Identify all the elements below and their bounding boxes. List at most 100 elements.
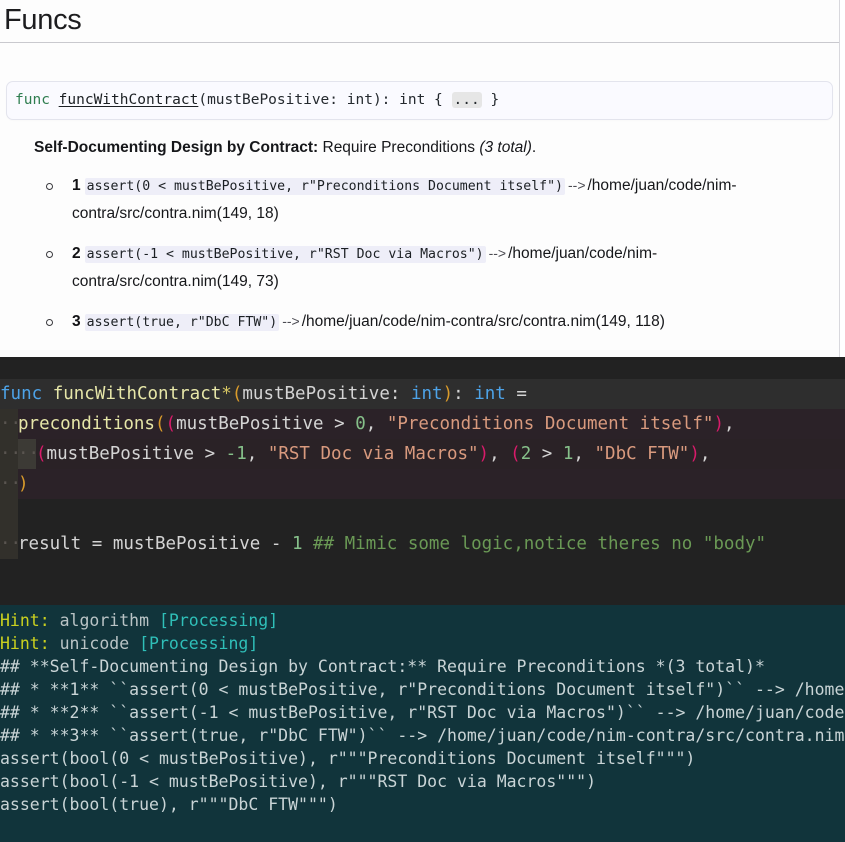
code-token: = <box>505 384 527 404</box>
code-token: 1 <box>562 444 574 464</box>
code-token: : <box>453 384 475 404</box>
code-token: int <box>410 384 443 404</box>
code-token: result = mustBePositive - <box>18 534 292 554</box>
hint-subject: unicode <box>49 634 140 653</box>
terminal-text: assert(bool(0 < mustBePositive), r"""Pre… <box>0 749 696 768</box>
code-token: , <box>723 414 735 434</box>
code-token: -1 <box>225 444 247 464</box>
assert-code: assert(-1 < mustBePositive, r"RST Doc vi… <box>84 246 486 263</box>
editor-top-padding <box>0 357 845 379</box>
code-editor[interactable]: func funcWithContract*(mustBePositive: i… <box>0 357 845 605</box>
terminal-text: ## * **1** ``assert(0 < mustBePositive, … <box>0 680 845 699</box>
code-token: ) <box>478 444 490 464</box>
arrow-icon: --> <box>568 177 586 193</box>
code-token: ## Mimic some logic,notice theres no "bo… <box>313 534 767 554</box>
hint-label: Hint: <box>0 611 50 630</box>
brace-close: } <box>490 92 500 108</box>
precondition-index: 3 <box>72 313 81 330</box>
terminal-text: assert(bool(-1 < mustBePositive), r"""RS… <box>0 772 597 791</box>
indent-guide-blank <box>0 499 18 529</box>
code-token: , <box>489 444 511 464</box>
source-path: /home/juan/code/nim-contra/src/contra.ni… <box>301 313 665 330</box>
code-line[interactable]: func funcWithContract*(mustBePositive: i… <box>0 379 845 409</box>
dbc-heading-bold: Self-Documenting Design by Contract: <box>34 139 319 156</box>
terminal-text: ## * **2** ``assert(-1 < mustBePositive,… <box>0 703 845 722</box>
assert-code: assert(true, r"DbC FTW") <box>84 314 280 331</box>
terminal-text: assert(bool(true), r"""DbC FTW""") <box>0 795 338 814</box>
code-token: ( <box>165 414 177 434</box>
code-token: 0 <box>355 414 366 434</box>
code-token: ) <box>689 444 700 464</box>
documentation-panel: Funcs func funcWithContract(mustBePositi… <box>0 0 840 357</box>
indent-guide: ·· <box>0 469 21 499</box>
terminal-line: Hint: unicode [Processing] <box>0 632 845 655</box>
code-token: mustBePositive > <box>46 444 226 464</box>
function-signature-box[interactable]: func funcWithContract(mustBePositive: in… <box>6 81 833 120</box>
code-token: ( <box>510 444 521 464</box>
list-item: 1 assert(0 < mustBePositive, r"Preconditi… <box>44 172 823 227</box>
code-token: * <box>221 384 232 404</box>
code-token: ( <box>154 414 166 434</box>
terminal-line: ## * **3** ``assert(true, r"DbC FTW")`` … <box>0 724 845 747</box>
code-line[interactable]: ··result = mustBePositive - 1 ## Mimic s… <box>0 529 845 559</box>
code-line[interactable] <box>0 499 845 529</box>
page-title: Funcs <box>4 4 82 36</box>
terminal-line: Hint: algorithm [Processing] <box>0 609 845 632</box>
editor-lines[interactable]: func funcWithContract*(mustBePositive: i… <box>0 379 845 559</box>
func-keyword: func <box>15 92 50 108</box>
hint-status: [Processing] <box>158 611 279 630</box>
terminal-line: assert(bool(0 < mustBePositive), r"""Pre… <box>0 747 845 770</box>
code-token: 1 <box>291 534 303 554</box>
dbc-heading-text: Require Preconditions <box>318 139 480 156</box>
terminal-text: ## **Self-Documenting Design by Contract… <box>0 657 765 676</box>
code-token: > <box>531 444 563 464</box>
code-token: mustBePositive > <box>176 414 356 434</box>
dbc-heading-italic: (3 total) <box>479 139 532 156</box>
function-params: (mustBePositive: int): int { <box>198 92 443 108</box>
indent-guide: ·· <box>18 439 39 469</box>
collapsed-body-toggle[interactable]: ... <box>451 92 482 108</box>
terminal-line: ## * **1** ``assert(0 < mustBePositive, … <box>0 678 845 701</box>
precondition-index: 1 <box>72 177 81 194</box>
terminal-line: ## **Self-Documenting Design by Contract… <box>0 655 845 678</box>
code-token: func <box>0 384 43 404</box>
terminal-line: assert(bool(-1 < mustBePositive), r"""RS… <box>0 770 845 793</box>
code-token: ( <box>231 384 243 404</box>
code-token: , <box>246 444 268 464</box>
code-line[interactable]: ····(mustBePositive > -1, "RST Doc via M… <box>0 439 845 469</box>
terminal-line: ## * **2** ``assert(-1 < mustBePositive,… <box>0 701 845 724</box>
precondition-list: 1 assert(0 < mustBePositive, r"Preconditi… <box>34 172 823 336</box>
hint-subject: algorithm <box>49 611 159 630</box>
function-name-link[interactable]: funcWithContract <box>59 92 199 108</box>
terminal-output[interactable]: Hint: algorithm [Processing] Hint: unicod… <box>0 605 845 842</box>
dbc-heading-tail: . <box>531 139 537 156</box>
code-token: preconditions <box>18 414 155 434</box>
assert-code: assert(0 < mustBePositive, r"Preconditio… <box>84 178 565 195</box>
code-token: ) <box>18 474 29 494</box>
code-line[interactable]: ··preconditions((mustBePositive > 0, "Pr… <box>0 409 845 439</box>
dbc-heading: Self-Documenting Design by Contract: Req… <box>34 138 823 158</box>
terminal-line: assert(bool(true), r"""DbC FTW""") <box>0 793 845 816</box>
code-token: , <box>699 444 711 464</box>
indent-guide: ·· <box>0 529 21 559</box>
code-token: mustBePositive: <box>242 384 411 404</box>
code-token: 2 <box>520 444 532 464</box>
code-token: ) <box>713 414 724 434</box>
code-token: , <box>365 414 387 434</box>
code-token: int <box>474 384 506 404</box>
code-line[interactable]: ··) <box>0 469 845 499</box>
title-divider <box>0 42 839 43</box>
function-signature: func funcWithContract(mustBePositive: in… <box>7 91 832 109</box>
precondition-index: 2 <box>72 245 81 262</box>
doc-body: Self-Documenting Design by Contract: Req… <box>0 120 839 336</box>
hint-status: [Processing] <box>139 634 259 653</box>
indent-guide: ·· <box>0 409 21 439</box>
code-token: "Preconditions Document itself" <box>386 414 714 434</box>
code-token: ( <box>36 444 47 464</box>
list-item: 2 assert(-1 < mustBePositive, r"RST Doc v… <box>44 240 823 295</box>
code-token: , <box>573 444 595 464</box>
hint-label: Hint: <box>0 634 50 653</box>
code-token: ) <box>442 384 454 404</box>
arrow-icon: --> <box>488 245 507 261</box>
